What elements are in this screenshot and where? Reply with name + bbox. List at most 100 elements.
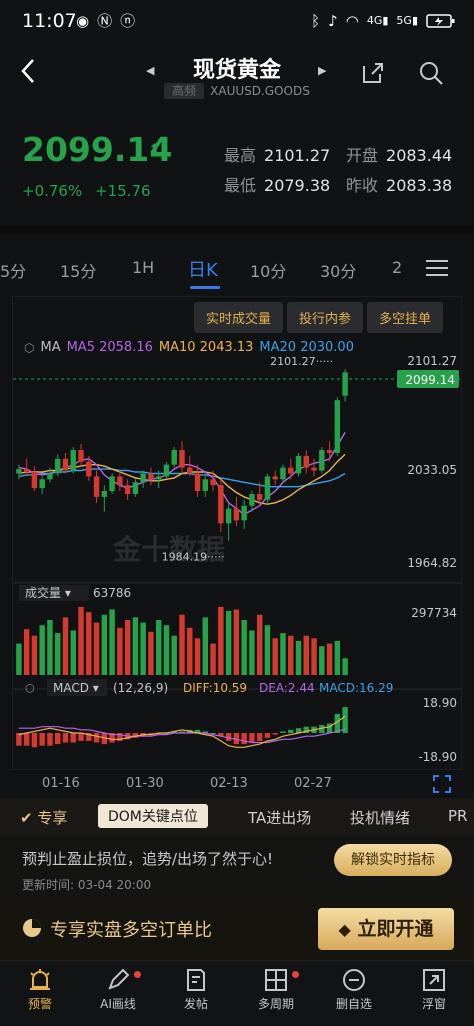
change-absolute: +15.76 (95, 182, 151, 200)
volume-bar (70, 630, 76, 675)
nav-remove-watchlist[interactable]: 删自选 (324, 967, 384, 1012)
tab-dom-key-levels[interactable]: DOM关键点位 (98, 804, 208, 828)
settings-hex-icon[interactable]: ⬡ (24, 341, 34, 355)
volume-bar (117, 627, 123, 675)
macd-params: (12,26,9) (113, 681, 168, 695)
tab-1h[interactable]: 1H (132, 258, 154, 277)
diamond-icon: ◆ (338, 920, 351, 939)
next-symbol-button[interactable]: ▶ (318, 64, 326, 77)
period-tabs: 5分 15分 1H 日K 10分 30分 2 (0, 246, 474, 292)
ma20-legend: MA20 2030.00 (259, 340, 354, 355)
volume-bar (39, 625, 45, 675)
promo-panel: 专享实盘多空订单比 ◆ 立即开通 (0, 898, 474, 960)
open-now-button[interactable]: ◆ 立即开通 (318, 908, 454, 950)
chart-chip-row: 实时成交量 投行内参 多空挂单 (194, 302, 444, 333)
candle-body (326, 450, 333, 453)
tab-pr[interactable]: PR (448, 807, 467, 825)
change-percent: +0.76% (22, 182, 83, 200)
nav-ai-drawing[interactable]: AI画线 (88, 967, 148, 1012)
candle-body (117, 476, 123, 486)
n-icon: ⓝ (120, 12, 136, 30)
macd-bar (241, 733, 247, 745)
ma5-legend: MA5 2058.16 (66, 340, 153, 355)
share-icon[interactable] (360, 60, 386, 86)
tab-speculative-sentiment[interactable]: 投机情绪 (350, 807, 410, 828)
volume-bar (31, 635, 38, 675)
candle-body (31, 471, 38, 489)
volume-bar (132, 617, 139, 675)
volume-bar (264, 625, 271, 675)
alarm-icon (30, 969, 50, 990)
menu-icon[interactable] (426, 260, 448, 276)
volume-bar (334, 640, 341, 675)
candle-body (140, 473, 146, 483)
stat-open: 开盘 2083.44 (346, 146, 453, 165)
candle-body (311, 467, 317, 471)
tab-daily[interactable]: 日K (188, 256, 218, 282)
stat-prev-close: 昨收 2083.38 (346, 176, 453, 195)
volume-bar (140, 622, 146, 675)
volume-bar (202, 617, 209, 675)
volume-bar (342, 658, 348, 675)
nav-multi-period[interactable]: 多周期 (246, 967, 306, 1012)
volume-bar (62, 617, 69, 675)
promo-text: 专享实盘多空订单比 (50, 920, 212, 941)
kline-chart-svg: 金十数据 2101.272033.051964.822099.142101.27… (13, 354, 461, 764)
header: ◀ 现货黄金 ▶ 高频 XAUUSD.GOODS (0, 44, 474, 106)
tab-5min[interactable]: 5分 (0, 258, 26, 282)
tab-ta-entry[interactable]: TA进出场 (248, 807, 311, 828)
exclusive-label: ✔ 专享 (20, 809, 68, 827)
chip-investment-bank[interactable]: 投行内参 (287, 302, 364, 333)
candle-body (93, 476, 100, 497)
candle-body (225, 508, 232, 524)
x-tick-label: 01-16 (42, 776, 80, 791)
candle-body (264, 476, 271, 500)
volume-bar (124, 619, 131, 675)
candle-body (124, 485, 131, 494)
nfc-icon: Ⓝ (97, 12, 113, 30)
volume-bar (86, 612, 92, 675)
candle-body (319, 450, 325, 471)
volume-bar (16, 643, 22, 675)
settings-hex-icon: ⬡ (25, 682, 35, 695)
notification-dot (292, 971, 299, 978)
candle-body (288, 467, 294, 474)
candle-body (23, 469, 30, 472)
pie-chart-icon (23, 919, 41, 937)
tab-30min[interactable]: 30分 (320, 258, 356, 282)
tab-more[interactable]: 2 (392, 258, 402, 277)
volume-bar (93, 622, 100, 675)
candle-body (194, 473, 201, 492)
chip-order-book[interactable]: 多空挂单 (367, 302, 444, 333)
tab-10min[interactable]: 10分 (250, 258, 286, 282)
volume-bar (194, 638, 201, 675)
chip-realtime-volume[interactable]: 实时成交量 (194, 302, 284, 333)
volume-bar (249, 630, 255, 675)
battery-charging-icon (426, 14, 455, 28)
fullscreen-icon[interactable] (432, 774, 452, 794)
grid-icon (265, 969, 287, 991)
nav-alert[interactable]: 预警 (10, 967, 70, 1012)
macd-macd: MACD:16.29 (319, 681, 393, 695)
arrow-up-icon: ⬆ (148, 140, 162, 159)
ma-legend-name: MA (40, 340, 61, 355)
tab-15min[interactable]: 15分 (60, 258, 96, 282)
candle-body (179, 450, 185, 468)
macd-dea: DEA:2.44 (259, 681, 315, 695)
search-icon[interactable] (418, 60, 444, 86)
float-window-icon (423, 969, 445, 991)
macd-bar (249, 733, 255, 743)
high-marker: 2101.27····· (270, 355, 333, 368)
kline-chart[interactable]: 金十数据 2101.27 2033.05 1964.82 2099.14 2101.27… (12, 296, 462, 770)
symbol-code: XAUUSD.GOODS (210, 84, 310, 98)
stat-high: 最高 2101.27 (224, 146, 331, 165)
stat-low: 最低 2079.38 (224, 176, 331, 195)
nav-float-window[interactable]: 浮窗 (404, 967, 464, 1012)
candle-body (16, 469, 22, 474)
candle-body (233, 508, 240, 521)
volume-axis-max: 297734 (411, 606, 457, 620)
unlock-indicators-button[interactable]: 解锁实时指标 (334, 844, 452, 876)
volume-bar (225, 610, 232, 675)
nav-post[interactable]: 发帖 (166, 967, 226, 1012)
candle-body (218, 485, 224, 524)
